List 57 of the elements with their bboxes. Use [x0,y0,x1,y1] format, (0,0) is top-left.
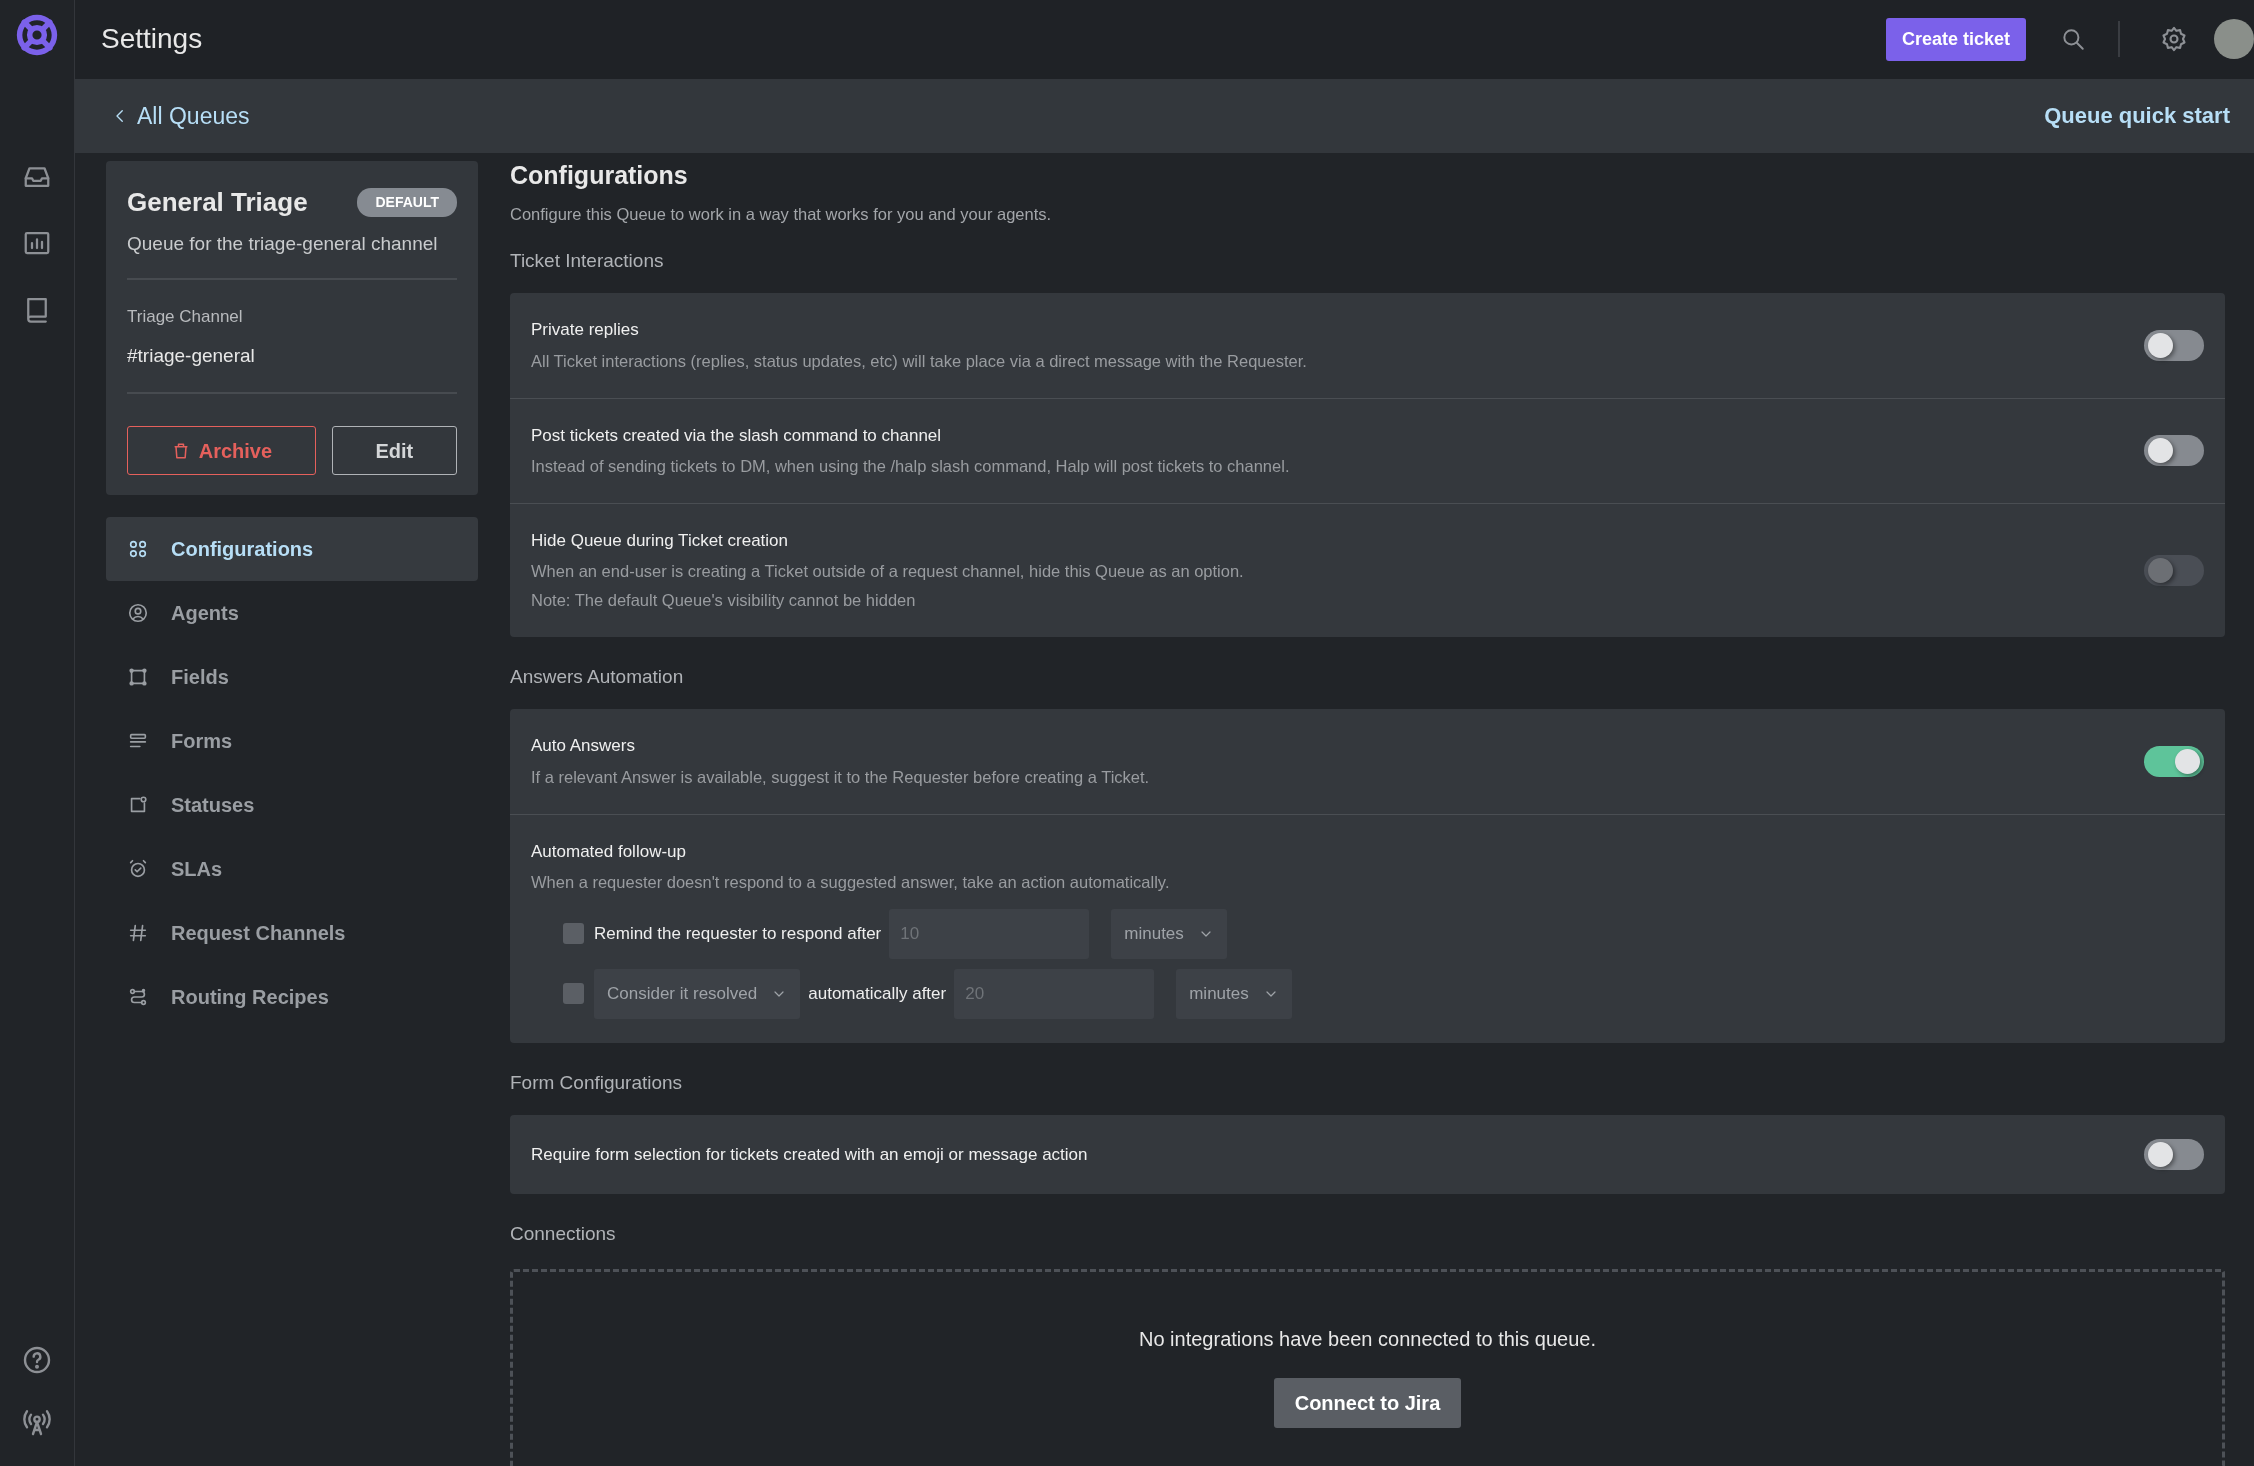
group-heading: Ticket Interactions [510,248,665,273]
group-heading: Form Configurations [510,1070,684,1095]
setting-title: Hide Queue during Ticket creation [531,529,790,552]
setting-description: When a requester doesn't respond to a suggested answer, take an action automatically. [531,872,1171,894]
help-icon[interactable] [21,1344,53,1376]
channel-name: #triage-general [127,341,457,395]
nav-item[interactable]: Configurations [106,517,478,582]
rule-label: Remind the requester to respond after [594,923,882,946]
group-heading: Answers Automation [510,664,685,689]
nav-item[interactable]: Routing Recipes [106,965,478,1030]
avatar[interactable] [2214,19,2254,60]
lifebuoy-logo-icon[interactable] [15,13,59,57]
toggle-switch[interactable] [2144,435,2204,467]
nav-item[interactable]: Agents [106,581,478,646]
setting-title: Auto Answers [531,735,636,758]
nav-item[interactable]: Fields [106,645,478,710]
edit-button[interactable]: Edit [331,426,457,476]
queue-description: Queue for the triage-general channel [127,229,457,281]
default-badge: DEFAULT [357,187,457,217]
setting-description: If a relevant Answer is available, suggest it to the Requester before creating a Ticket. [531,766,1151,788]
page-title: Settings [101,22,203,57]
rule-label: automatically after [808,983,947,1006]
setting-note: Note: The default Queue's visibility cannot be hidden [531,590,917,612]
checkbox[interactable] [563,923,584,945]
section-title: Configurations [510,159,689,191]
settings-icon[interactable] [2160,25,2188,54]
queue-name: General Triage [127,185,308,219]
toggle-switch[interactable] [2144,1139,2204,1171]
connect-jira-button[interactable]: Connect to Jira [1273,1377,1462,1428]
setting-description: All Ticket interactions (replies, status updates, etc) will take place via a direct message with the Requester. [531,350,1308,372]
dropdown[interactable]: minutes [1176,968,1292,1019]
back-link[interactable]: All Queues [137,98,250,133]
dropdown[interactable]: minutes [1111,908,1227,959]
channel-label: Triage Channel [127,306,244,329]
create-ticket-button[interactable]: Create ticket [1885,17,2026,61]
search-icon[interactable] [2060,26,2086,53]
setting-title: Require form selection for tickets created with an emoji or message action [531,1144,1089,1167]
nav-item[interactable]: Forms [106,709,478,774]
group-heading: Connections [510,1222,617,1247]
setting-title: Automated follow-up [531,840,687,863]
nav-item[interactable]: Request Channels [106,901,478,966]
section-subtitle: Configure this Queue to work in a way that works for you and your agents. [510,204,1053,226]
user-circle-icon [127,602,149,625]
frame-icon [127,666,149,689]
checkbox[interactable] [563,983,584,1005]
empty-message: No integrations have been connected to this queue. [1139,1326,1596,1352]
setting-description: When an end-user is creating a Ticket outside of a request channel, hide this Queue as an option. [531,561,1245,583]
setting-title: Post tickets created via the slash command to channel [531,424,943,447]
nav-item[interactable]: SLAs [106,837,478,902]
nav-item[interactable]: Statuses [106,773,478,838]
toggle-switch[interactable] [2144,746,2204,778]
dropdown[interactable]: Consider it resolved [594,968,801,1019]
setting-description: Instead of sending tickets to DM, when using the /halp slash command, Halp will post tickets to channel. [531,456,1291,478]
toggle-switch[interactable] [2144,330,2204,362]
archive-button[interactable]: Archive [127,426,316,476]
setting-title: Private replies [531,319,640,342]
quick-start-link[interactable]: Queue quick start [2044,99,2230,133]
